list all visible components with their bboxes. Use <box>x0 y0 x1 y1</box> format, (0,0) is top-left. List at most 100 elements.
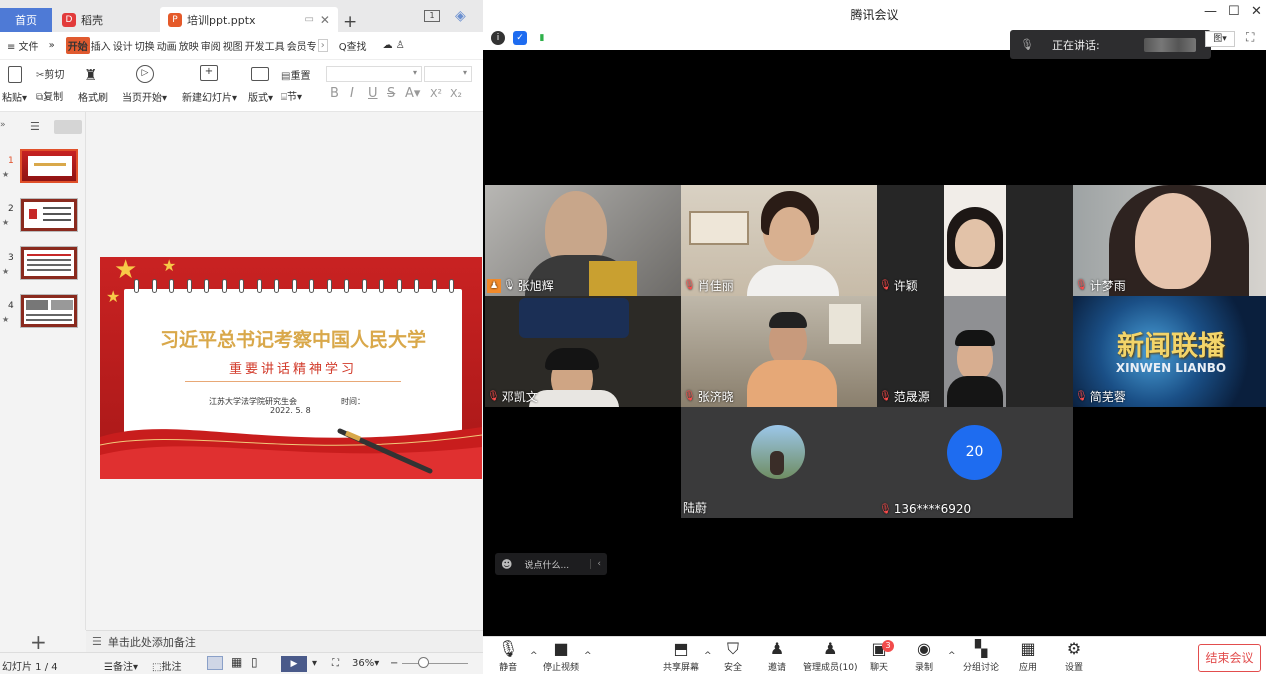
emoji-icon[interactable]: ☻ <box>501 558 512 571</box>
maximize-icon[interactable]: ☐ <box>1228 4 1240 19</box>
video-options-icon[interactable]: ^ <box>584 651 592 661</box>
tab-monitor-icon[interactable]: ▭ <box>304 14 313 25</box>
font-size-select[interactable]: ▾ <box>424 66 472 82</box>
video-tile[interactable]: 20 🎙 136****6920 <box>877 407 1073 518</box>
italic-button[interactable]: I <box>350 86 354 101</box>
layout-button[interactable]: 版式▾ <box>248 89 273 104</box>
menu-design[interactable]: 设计 <box>112 38 134 53</box>
superscript-button[interactable]: X² <box>430 87 442 100</box>
reading-view-icon[interactable]: ▯ <box>251 655 258 669</box>
thumbnail-view-icon[interactable] <box>54 120 82 134</box>
tab-daoke[interactable]: D 稻壳 <box>56 7 156 32</box>
slide-date[interactable]: 2022. 5. 8 <box>270 406 311 415</box>
invite-button[interactable]: ♟ 邀请 <box>768 639 786 673</box>
video-tile[interactable]: 新闻联播 XINWEN LIANBO 🎙 简芜蓉 <box>1073 296 1266 407</box>
end-meeting-button[interactable]: 结束会议 <box>1198 644 1261 672</box>
menu-developer[interactable]: 开发工具 <box>244 38 286 53</box>
section-button[interactable]: ⌸节▾ <box>281 88 302 103</box>
cut-button[interactable]: ✂剪切 <box>36 66 64 81</box>
play-options-icon[interactable]: ▾ <box>312 658 317 669</box>
bold-button[interactable]: B <box>330 86 339 101</box>
video-tile[interactable]: 陆蔚 <box>681 407 877 518</box>
tab-home[interactable]: 首页 <box>0 8 52 32</box>
window-switch-icon[interactable]: 1 <box>424 10 440 22</box>
settings-button[interactable]: ⚙ 设置 <box>1065 639 1083 673</box>
collapse-panel-icon[interactable]: » <box>0 120 6 130</box>
share-screen-button[interactable]: ⬒ 共享屏幕 <box>663 639 699 673</box>
breakout-rooms-button[interactable]: ▚ 分组讨论 <box>963 639 999 673</box>
fit-window-icon[interactable]: ⛶ <box>332 658 339 669</box>
chevron-left-icon[interactable]: ‹ <box>590 559 601 569</box>
slide-time-label[interactable]: 时间： <box>341 396 365 407</box>
video-tile[interactable]: 🎙 肖佳丽 <box>681 185 877 296</box>
video-tile[interactable]: 🎙 计梦雨 <box>1073 185 1266 296</box>
chat-input[interactable]: ☻ 说点什么... ‹ <box>495 553 607 575</box>
video-tile[interactable]: 🎙 邓凯文 <box>485 296 681 407</box>
normal-view-icon[interactable] <box>207 656 223 670</box>
video-tile[interactable]: 🎙 张济晓 <box>681 296 877 407</box>
zoom-slider-handle[interactable] <box>418 657 429 668</box>
outline-view-icon[interactable]: ☰ <box>30 120 40 133</box>
notes-area[interactable]: ☰ 单击此处添加备注 <box>86 630 483 652</box>
tab-close-icon[interactable]: ✕ <box>320 13 330 27</box>
menu-member[interactable]: 会员专 <box>286 38 318 53</box>
play-slideshow-button[interactable]: ▶ <box>281 656 307 672</box>
play-from-current-button[interactable]: 当页开始▾ <box>122 89 167 104</box>
underline-button[interactable]: U <box>368 86 378 101</box>
shield-icon[interactable]: ✓ <box>513 31 527 45</box>
record-button[interactable]: ◉ 录制 <box>915 639 933 673</box>
slide-thumbnail-4[interactable] <box>20 294 78 328</box>
network-signal-icon[interactable]: ▮ <box>535 31 549 45</box>
menu-animation[interactable]: 动画 <box>156 38 178 53</box>
cloud-share-icon[interactable]: ☁ ♙ <box>382 40 406 51</box>
font-color-button[interactable]: A▾ <box>405 86 420 101</box>
zoom-level[interactable]: 36%▾ <box>352 658 379 669</box>
layout-switch-button[interactable]: 图▾ <box>1205 31 1235 47</box>
new-tab-button[interactable]: + <box>343 9 357 34</box>
info-icon[interactable]: i <box>491 31 505 45</box>
slide-editor-canvas[interactable]: ★ ★ ★ 习近平总书记考察中国人民大学 重要讲话精神学习 江苏大学法学院研究生… <box>86 112 483 630</box>
slide-subtitle[interactable]: 重要讲话精神学习 <box>124 358 462 377</box>
slide-current[interactable]: ★ ★ ★ 习近平总书记考察中国人民大学 重要讲话精神学习 江苏大学法学院研究生… <box>100 257 482 479</box>
minimize-icon[interactable]: — <box>1204 4 1217 19</box>
mute-button[interactable]: 🎙 静音 <box>498 639 518 673</box>
skin-icon[interactable]: ◈ <box>455 8 473 24</box>
slide-title[interactable]: 习近平总书记考察中国人民大学 <box>124 325 462 352</box>
add-slide-button[interactable]: + <box>30 630 47 654</box>
zoom-slider[interactable] <box>402 663 468 664</box>
comments-toggle[interactable]: ⬚批注 <box>152 658 181 673</box>
menu-slideshow[interactable]: 放映 <box>178 38 200 53</box>
strikethrough-button[interactable]: S <box>387 86 395 101</box>
grid-view-icon[interactable]: ▦ <box>231 655 242 669</box>
menu-view[interactable]: 视图 <box>222 38 244 53</box>
notes-toggle[interactable]: ☰备注▾ <box>104 658 138 673</box>
slide-thumbnail-2[interactable] <box>20 198 78 232</box>
zoom-out-button[interactable]: − <box>390 658 398 669</box>
menu-more-arrow[interactable]: › <box>317 39 328 52</box>
copy-button[interactable]: ⧉复制 <box>36 88 63 103</box>
slide-thumbnail-1[interactable] <box>20 149 78 183</box>
close-icon[interactable]: ✕ <box>1251 4 1262 19</box>
record-options-icon[interactable]: ^ <box>948 651 956 661</box>
new-slide-button[interactable]: 新建幻灯片▾ <box>182 89 237 104</box>
menu-expand-icon[interactable]: » <box>48 40 56 51</box>
menu-file[interactable]: ≡ 文件 <box>6 38 40 53</box>
reset-button[interactable]: ▤重置 <box>281 67 310 82</box>
menu-review[interactable]: 审阅 <box>200 38 222 53</box>
video-tile[interactable]: ♟ 🎙 张旭辉 <box>485 185 681 296</box>
paste-button[interactable]: 粘贴▾ <box>2 89 27 104</box>
fullscreen-icon[interactable]: ⛶ <box>1246 30 1254 45</box>
menu-transition[interactable]: 切换 <box>134 38 156 53</box>
slide-thumbnail-3[interactable] <box>20 246 78 280</box>
format-painter-button[interactable]: 格式刷 <box>78 89 108 104</box>
tab-document[interactable]: P 培训ppt.pptx ▭ ✕ <box>160 7 338 32</box>
search-button[interactable]: Q查找 <box>338 38 368 53</box>
menu-insert[interactable]: 插入 <box>90 38 112 53</box>
font-name-select[interactable]: ▾ <box>326 66 422 82</box>
audio-options-icon[interactable]: ^ <box>530 651 538 661</box>
menu-start[interactable]: 开始 <box>65 37 90 54</box>
video-tile[interactable]: 🎙 范晟源 <box>877 296 1073 407</box>
video-tile[interactable]: 🎙 许颖 <box>877 185 1073 296</box>
paste-icon[interactable] <box>8 66 22 83</box>
apps-button[interactable]: ▦ 应用 <box>1019 639 1037 673</box>
